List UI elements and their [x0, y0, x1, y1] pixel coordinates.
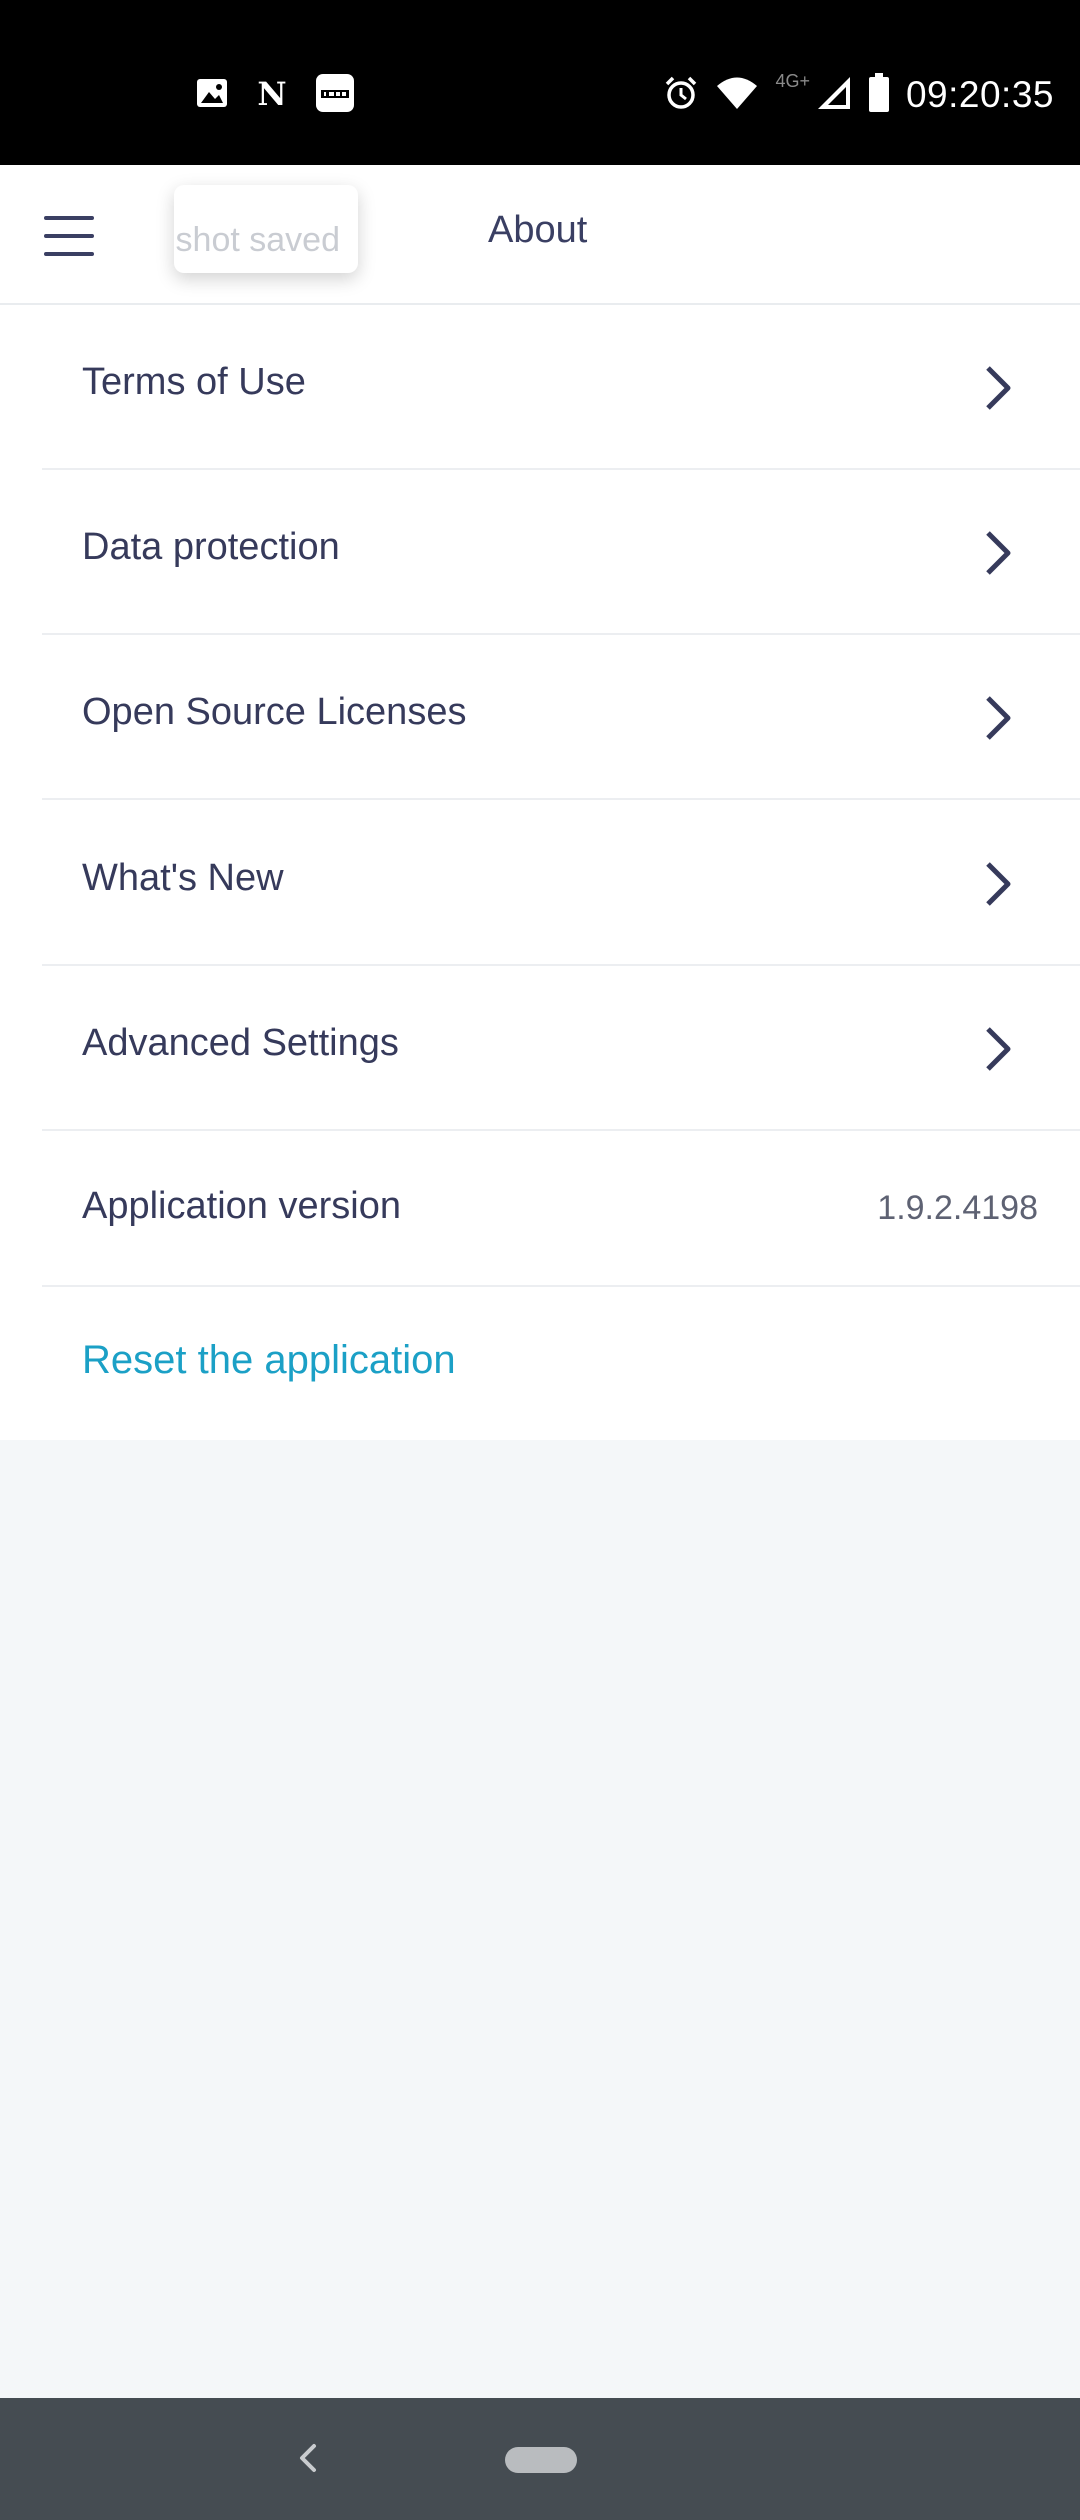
screenshot-saved-toast: shot saved	[174, 185, 358, 273]
list-item-label: Open Source Licenses	[82, 691, 467, 733]
list-item-whats-new[interactable]: What's New	[42, 800, 1080, 966]
list-item-label: Data protection	[82, 526, 340, 568]
navigation-bar	[0, 2398, 1080, 2520]
reset-application-link[interactable]: Reset the application	[82, 1338, 456, 1383]
alarm-icon	[663, 75, 699, 116]
network-type-label: 4G+	[775, 70, 810, 91]
system-icons: 4G+ 09:20:35	[663, 70, 1054, 120]
list-item-terms-of-use[interactable]: Terms of Use	[42, 305, 1080, 470]
battery-icon	[868, 72, 890, 118]
wifi-icon	[715, 75, 759, 116]
list-item-data-protection[interactable]: Data protection	[42, 470, 1080, 635]
svg-text:N: N	[257, 76, 286, 110]
list-item-label: Terms of Use	[82, 361, 306, 403]
version-label: Application version	[82, 1185, 401, 1227]
page-title: About	[488, 209, 588, 251]
chevron-right-icon	[978, 694, 1018, 742]
application-version-row: Application version 1.9.2.4198	[42, 1131, 1080, 1287]
image-icon	[195, 76, 229, 115]
hamburger-menu-icon[interactable]	[38, 210, 100, 262]
list-item-label: Advanced Settings	[82, 1022, 399, 1064]
chevron-right-icon	[978, 364, 1018, 412]
chevron-right-icon	[978, 860, 1018, 908]
list-item-label: What's New	[82, 857, 284, 899]
clock: 09:20:35	[905, 74, 1054, 115]
about-list: Terms of Use Data protection Open Source…	[0, 305, 1080, 1440]
version-value: 1.9.2.4198	[877, 1189, 1038, 1227]
chevron-right-icon	[978, 1025, 1018, 1073]
list-item-advanced-settings[interactable]: Advanced Settings	[42, 966, 1080, 1131]
chevron-right-icon	[978, 529, 1018, 577]
ifttt-icon	[315, 73, 355, 118]
notification-icons: N	[195, 70, 355, 120]
back-icon[interactable]	[292, 2436, 322, 2480]
signal-icon	[816, 75, 852, 116]
n-app-icon: N	[255, 75, 289, 115]
list-item-open-source-licenses[interactable]: Open Source Licenses	[42, 635, 1080, 800]
toast-text: shot saved	[175, 221, 340, 259]
app-bar: shot saved About	[0, 165, 1080, 305]
status-bar: N 4G+ 09:20:35	[0, 0, 1080, 165]
home-pill-button[interactable]	[505, 2447, 577, 2473]
